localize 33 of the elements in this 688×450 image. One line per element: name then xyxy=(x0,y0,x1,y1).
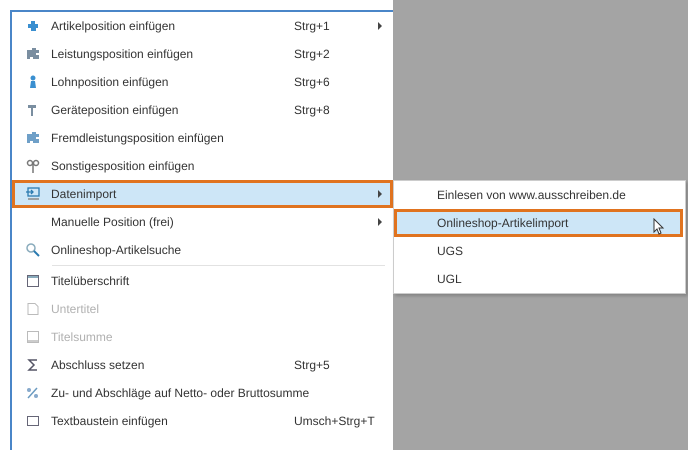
menu-item[interactable]: Onlineshop-Artikelsuche xyxy=(12,236,393,264)
import-icon xyxy=(25,186,41,202)
shortcut-text: Strg+8 xyxy=(294,103,331,117)
menu-item[interactable]: Datenimport xyxy=(12,180,393,208)
menu-item[interactable]: Fremdleistungsposition einfügen xyxy=(12,124,393,152)
menu-item[interactable]: Titelüberschrift xyxy=(12,267,393,295)
menu-item[interactable]: Geräteposition einfügen Strg+8 xyxy=(12,96,393,124)
menu-item[interactable]: Artikelposition einfügen Strg+1 xyxy=(12,12,393,40)
shortcut-text: Strg+1 xyxy=(294,19,331,33)
submenu-item[interactable]: Onlineshop-Artikelimport xyxy=(394,209,683,237)
page-icon xyxy=(25,273,41,289)
page-icon xyxy=(25,301,41,317)
shortcut-text: Strg+2 xyxy=(294,47,331,61)
submenu-item[interactable]: UGS xyxy=(394,237,683,265)
menu-item[interactable]: Abschluss setzen Strg+5 xyxy=(12,351,393,379)
submenu-arrow-icon xyxy=(378,22,382,30)
shortcut-text: Strg+5 xyxy=(294,358,331,372)
shortcut-text: Umsch+Strg+T xyxy=(294,414,376,428)
mouse-cursor-icon xyxy=(653,218,665,235)
menu-item[interactable]: Sonstigesposition einfügen xyxy=(12,152,393,180)
search-icon xyxy=(25,242,41,258)
menu-item[interactable]: Manuelle Position (frei) xyxy=(12,208,393,236)
menu-item[interactable]: Zu- und Abschläge auf Netto- oder Bruttosumme xyxy=(12,379,393,407)
shortcut-text: Strg+6 xyxy=(294,75,331,89)
submenu-arrow-icon xyxy=(378,218,382,226)
submenu-arrow-icon xyxy=(378,190,382,198)
menu-item[interactable]: Lohnposition einfügen Strg+6 xyxy=(12,68,393,96)
submenu-item[interactable]: Einlesen von www.ausschreiben.de xyxy=(394,181,683,209)
percent-icon xyxy=(25,385,41,401)
menu-item[interactable]: Leistungsposition einfügen Strg+2 xyxy=(12,40,393,68)
submenu-item[interactable]: UGL xyxy=(394,265,683,293)
page-icon xyxy=(25,329,41,345)
menu-item[interactable]: Textbaustein einfügen Umsch+Strg+T xyxy=(12,407,393,435)
